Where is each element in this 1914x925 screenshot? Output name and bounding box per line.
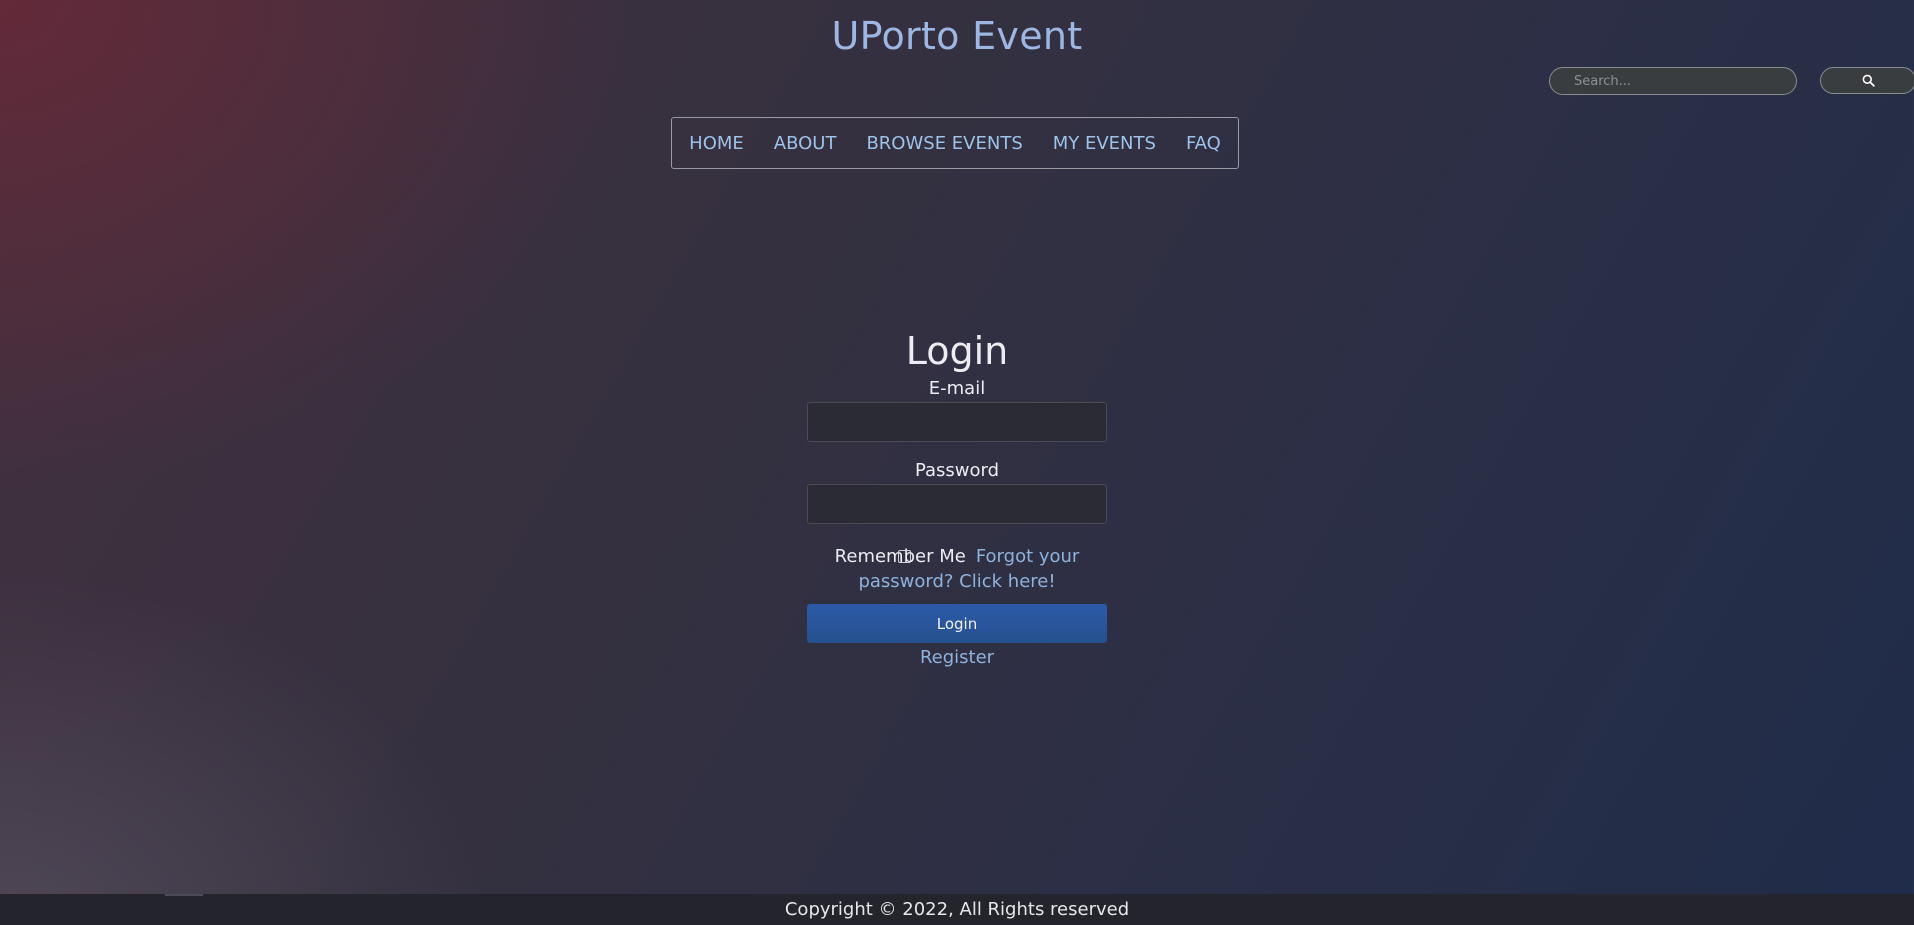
login-button[interactable]: Login [807, 604, 1107, 643]
password-label: Password [914, 460, 1000, 481]
search-button[interactable] [1820, 67, 1914, 94]
footer-divider [165, 894, 203, 896]
login-form: Login E-mail Password Remember Me Forgot … [0, 326, 1914, 671]
footer: Copyright © 2022, All Rights reserved [0, 894, 1914, 925]
search-icon [1862, 74, 1875, 87]
nav-item-browse-events[interactable]: BROWSE EVENTS [866, 133, 1022, 154]
register-link[interactable]: Register [920, 645, 994, 671]
password-field[interactable] [807, 484, 1107, 524]
nav-item-about[interactable]: ABOUT [774, 133, 837, 154]
main-nav: HOME ABOUT BROWSE EVENTS MY EVENTS FAQ [671, 117, 1239, 169]
site-title: UPorto Event [831, 14, 1083, 58]
nav-item-faq[interactable]: FAQ [1186, 133, 1221, 154]
remember-me-checkbox[interactable] [898, 550, 911, 563]
remember-row: Remember Me Forgot your password? Click h… [827, 544, 1087, 594]
login-heading: Login [905, 329, 1009, 373]
search-input[interactable] [1549, 67, 1797, 95]
nav-item-my-events[interactable]: MY EVENTS [1053, 133, 1156, 154]
copyright-text: Copyright © 2022, All Rights reserved [784, 899, 1130, 920]
email-label: E-mail [928, 378, 986, 399]
email-field[interactable] [807, 402, 1107, 442]
nav-item-home[interactable]: HOME [689, 133, 744, 154]
